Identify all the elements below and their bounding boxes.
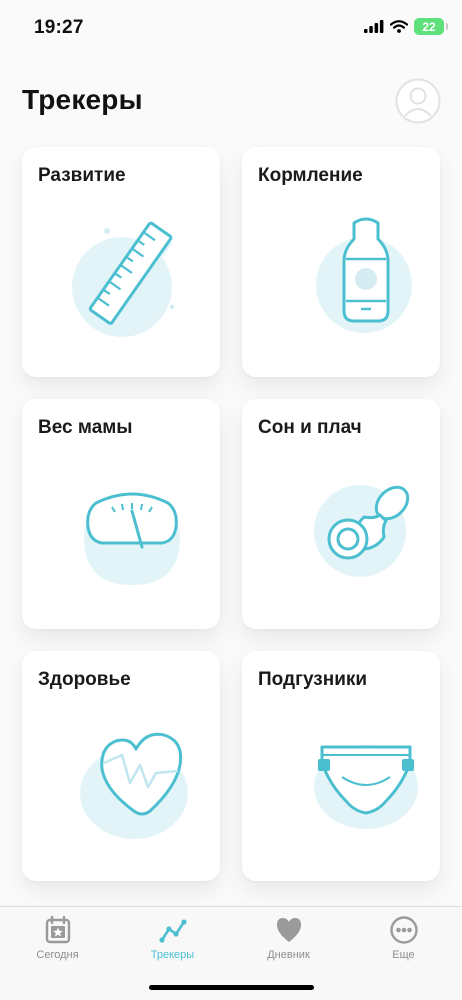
user-avatar-icon [395,78,441,124]
tracker-card-title: Подгузники [258,669,368,690]
tracker-card-sleep-crying[interactable]: Сон и плач [242,399,440,629]
tracker-card-feeding[interactable]: Кормление [242,147,440,377]
diaper-icon [314,745,418,829]
tracker-card-diapers[interactable]: Подгузники [242,651,440,881]
tab-label: Сегодня [36,949,79,961]
profile-avatar-button[interactable] [395,78,441,124]
heart-pulse-icon [80,732,188,839]
page-title: Трекеры [22,84,143,115]
calendar-star-icon [45,915,71,944]
battery-level: 22 [422,19,436,34]
tracker-card-title: Здоровье [38,669,131,690]
tracker-card-title: Кормление [258,165,363,186]
tab-trackers[interactable]: Трекеры [115,907,230,977]
status-bar: 19:27 22 [0,0,462,54]
pacifier-icon [314,485,410,577]
home-indicator [149,985,314,990]
heart-icon [277,918,301,942]
tab-label: Еще [392,949,415,961]
tab-today[interactable]: Сегодня [0,907,115,977]
more-dots-icon [390,916,418,944]
ruler-icon [72,221,174,337]
baby-bottle-icon [316,217,412,333]
tracker-card-health[interactable]: Здоровье [22,651,220,881]
tab-more[interactable]: Еще [346,907,461,977]
tracker-card-mom-weight[interactable]: Вес мамы [22,399,220,629]
status-icons: 22 [364,18,448,35]
signal-icon [364,20,384,33]
tracker-card-title: Вес мамы [38,417,133,438]
battery-icon: 22 [414,18,448,35]
scale-icon [83,492,181,585]
tracker-card-development[interactable]: Развитие [22,147,220,377]
tab-label: Трекеры [150,949,195,961]
status-time: 19:27 [34,17,84,38]
tab-label: Дневник [267,949,310,961]
tab-diary[interactable]: Дневник [231,907,346,977]
tracker-card-title: Развитие [38,165,126,186]
chart-line-icon [159,919,187,943]
wifi-icon [390,20,408,33]
tracker-card-title: Сон и плач [258,417,362,438]
